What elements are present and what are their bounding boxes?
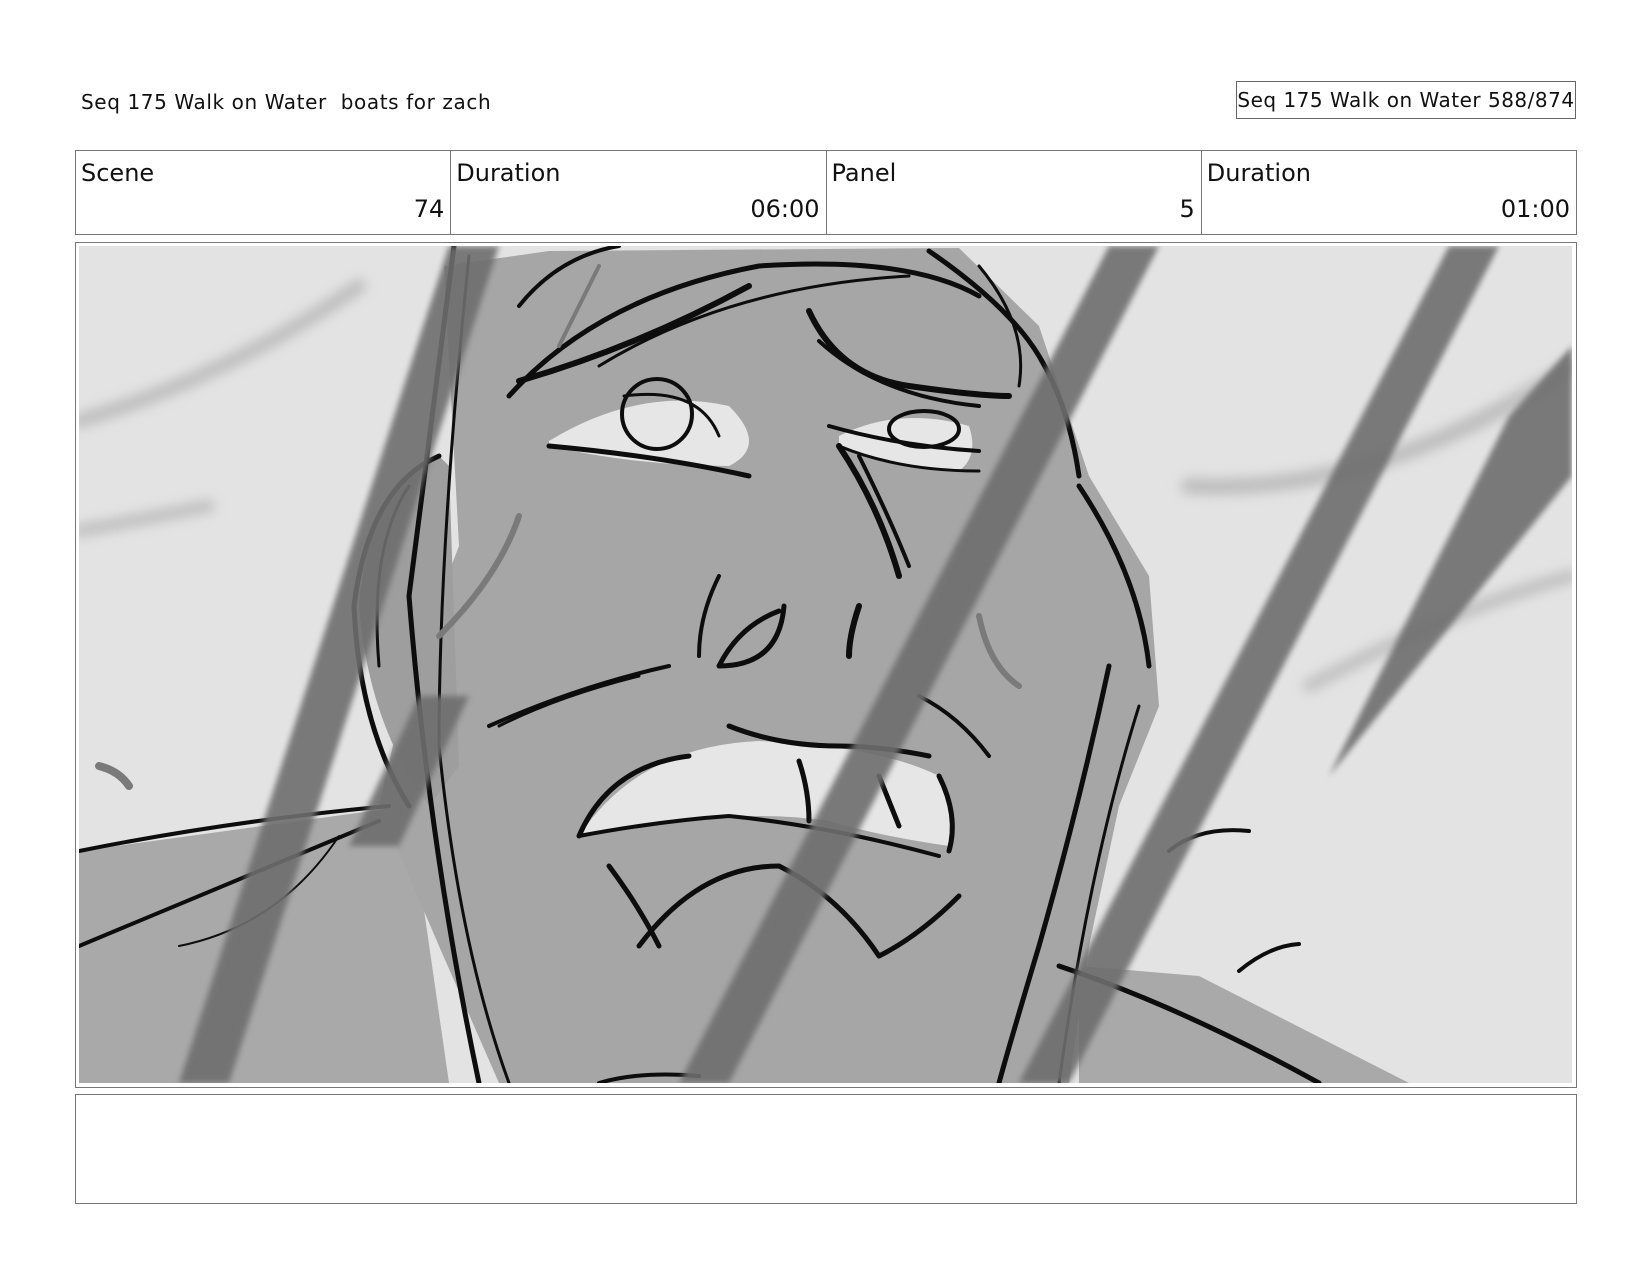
storyboard-sketch <box>79 246 1572 1083</box>
scene-duration-value: 06:00 <box>750 195 820 223</box>
scene-value: 74 <box>413 195 445 223</box>
storyboard-frame <box>75 242 1577 1088</box>
panel-label: Panel <box>831 159 897 187</box>
scene-cell: Scene 74 <box>76 151 452 234</box>
scene-duration-cell: Duration 06:00 <box>451 151 827 234</box>
panel-duration-value: 01:00 <box>1500 195 1570 223</box>
scene-duration-label: Duration <box>456 159 561 187</box>
panel-duration-cell: Duration 01:00 <box>1202 151 1576 234</box>
panel-value: 5 <box>1179 195 1195 223</box>
page-indicator: Seq 175 Walk on Water 588/874 <box>1236 81 1576 119</box>
panel-duration-label: Duration <box>1206 159 1311 187</box>
sequence-title: Seq 175 Walk on Water boats for zach <box>81 90 492 114</box>
panel-info-table: Scene 74 Duration 06:00 Panel 5 Duration… <box>75 150 1577 235</box>
notes-box <box>75 1094 1577 1204</box>
panel-cell: Panel 5 <box>827 151 1202 234</box>
scene-label: Scene <box>81 159 155 187</box>
